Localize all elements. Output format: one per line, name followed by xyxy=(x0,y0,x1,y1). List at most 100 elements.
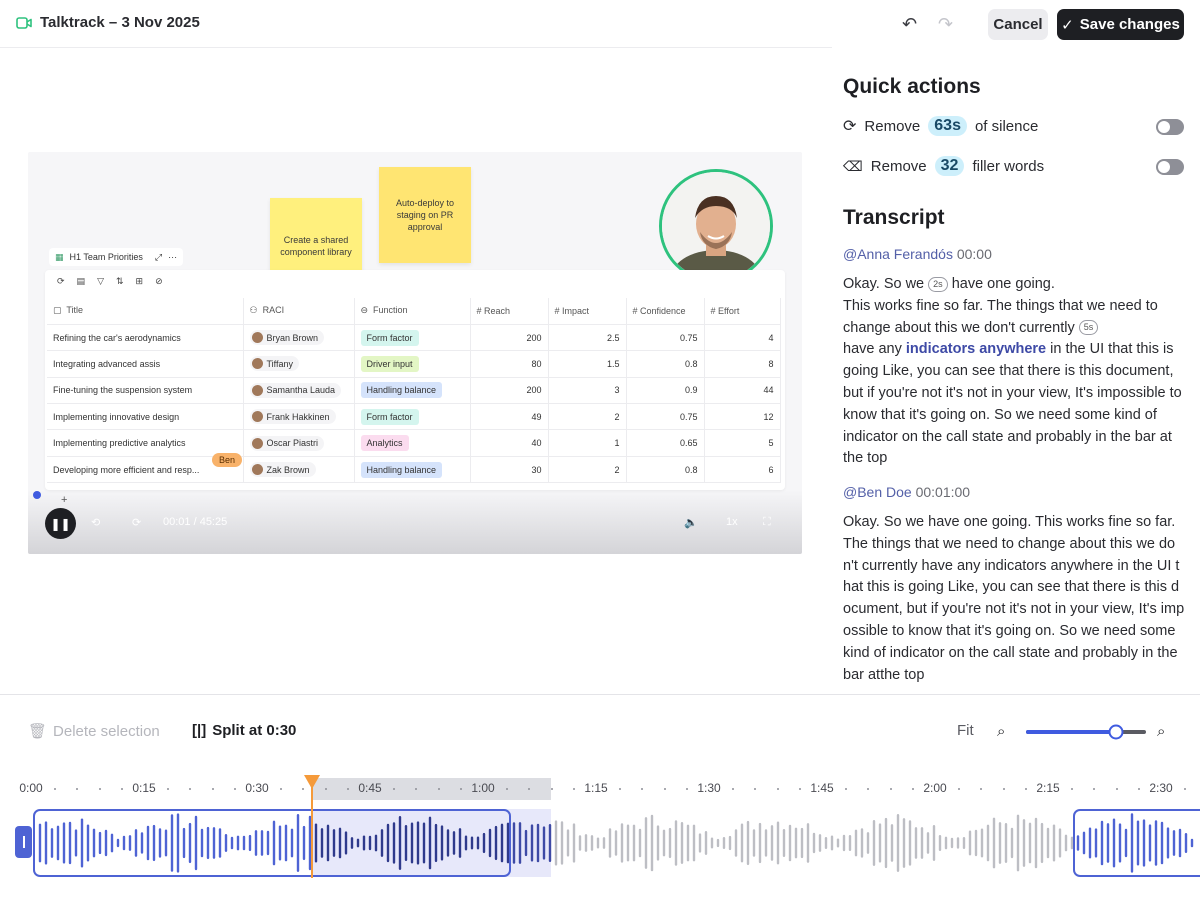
row-impact: 3 xyxy=(548,377,627,405)
time-tick xyxy=(392,788,395,790)
time-tick xyxy=(776,788,779,790)
zoom-slider[interactable] xyxy=(1024,722,1148,742)
save-changes-button[interactable]: ✓ Save changes xyxy=(1057,9,1184,40)
video-preview[interactable]: Create a shared component library Auto-d… xyxy=(28,152,802,554)
table-row: Implementing predictive analytics Oscar … xyxy=(47,429,781,457)
fit-button[interactable]: Fit xyxy=(957,722,974,739)
pause-chip[interactable]: 5s xyxy=(1078,320,1099,336)
refresh-silence-icon: ⟳ xyxy=(843,118,857,135)
row-confidence: 0.8 xyxy=(626,350,705,378)
row-impact: 2 xyxy=(548,456,627,484)
check-icon: ✓ xyxy=(1061,16,1074,34)
row-title: Refining the car's aerodynamics xyxy=(47,324,244,352)
filler-badge: 32 xyxy=(934,156,965,176)
time-tick xyxy=(1002,788,1005,790)
avatar xyxy=(251,358,263,370)
highlighted-phrase[interactable]: indicators anywhere xyxy=(906,341,1046,357)
row-function: Handling balance xyxy=(354,456,471,484)
time-tick xyxy=(415,788,418,790)
transcript-paragraph[interactable]: Okay. So we 2s have one going. This work… xyxy=(843,274,1185,470)
audio-clip[interactable] xyxy=(33,809,511,877)
time-tick xyxy=(76,788,79,790)
redo-icon[interactable]: ↷ xyxy=(938,14,953,35)
row-effort: 8 xyxy=(704,350,781,378)
row-raci: Samantha Lauda xyxy=(243,377,355,405)
avatar xyxy=(251,384,263,396)
volume-icon[interactable]: 🔈 xyxy=(684,516,698,529)
time-tick xyxy=(641,788,644,790)
playhead-marker[interactable] xyxy=(304,775,320,789)
delete-selection-button[interactable]: 🗑 Delete selection xyxy=(28,722,160,741)
time-tick-label: 0:30 xyxy=(245,781,269,795)
column-header: ⊖ Function xyxy=(354,298,471,325)
function-tag: Handling balance xyxy=(360,382,443,399)
function-tag: Driver input xyxy=(360,355,419,372)
page-title: Talktrack – 3 Nov 2025 xyxy=(40,14,200,31)
column-header: ▢ Title xyxy=(47,298,244,325)
remove-filler-toggle[interactable] xyxy=(1156,159,1184,175)
table-header-row: ▢ Title ⚇ RACI ⊖ Function # Reach # Impa… xyxy=(47,298,781,325)
transcript-paragraph[interactable]: Okay. So we have one going. This works f… xyxy=(843,512,1185,686)
table-row: Integrating advanced assis Tiffany Drive… xyxy=(47,350,781,378)
playhead[interactable] xyxy=(311,776,313,878)
time-tick-label: 1:00 xyxy=(471,781,495,795)
row-effort: 4 xyxy=(704,324,781,352)
collaborator-cursor: Ben xyxy=(212,453,243,467)
undo-icon[interactable]: ↶ xyxy=(902,14,917,35)
time-tick xyxy=(889,788,892,790)
split-button[interactable]: [|] Split at 0:30 xyxy=(192,722,296,739)
row-function: Form factor xyxy=(354,403,471,431)
audio-clip[interactable] xyxy=(1073,809,1200,877)
row-confidence: 0.75 xyxy=(626,324,705,352)
time-tick xyxy=(618,788,621,790)
row-reach: 49 xyxy=(470,403,549,431)
progress-knob[interactable] xyxy=(33,491,41,499)
time-tick-label: 2:00 xyxy=(923,781,947,795)
column-header: # Effort xyxy=(704,298,781,325)
forward-10-icon[interactable]: ⟳ xyxy=(132,516,141,529)
layout-icon: ▤ xyxy=(76,276,86,286)
refresh-icon: ⟳ xyxy=(57,276,65,286)
table-row: Fine-tuning the suspension system Samant… xyxy=(47,377,781,405)
table-row: Refining the car's aerodynamics Bryan Br… xyxy=(47,324,781,352)
row-impact: 2.5 xyxy=(548,324,627,352)
row-confidence: 0.65 xyxy=(626,429,705,457)
pause-button[interactable]: ❚❚ xyxy=(45,508,76,539)
silence-badge: 63s xyxy=(928,116,967,136)
transcript-speaker[interactable]: @Anna Ferandós 00:00 xyxy=(843,246,992,262)
pause-chip[interactable]: 2s xyxy=(928,276,948,292)
row-function: Form factor xyxy=(354,324,471,352)
time-tick xyxy=(1025,788,1028,790)
table-row: Developing more efficient and resp... Za… xyxy=(47,456,781,484)
time-tick xyxy=(980,788,983,790)
time-tick xyxy=(347,788,350,790)
table-title: ▦ H1 Team Priorities ⤢ ··· xyxy=(49,248,184,266)
time-tick-label: 0:00 xyxy=(19,781,43,795)
zoom-in-icon[interactable]: ⌕ xyxy=(1157,723,1165,740)
trash-icon: 🗑 xyxy=(28,723,48,740)
more-icon: ··· xyxy=(168,252,178,262)
row-reach: 40 xyxy=(470,429,549,457)
time-tick-label: 0:45 xyxy=(358,781,382,795)
transcript-heading: Transcript xyxy=(843,206,945,229)
time-tick-label: 2:30 xyxy=(1149,781,1173,795)
remove-filler-row: ⌫ Remove 32 filler words xyxy=(843,156,1045,176)
time-tick xyxy=(189,788,192,790)
time-tick-label: 2:15 xyxy=(1036,781,1060,795)
playback-speed[interactable]: 1x xyxy=(726,516,738,528)
remove-silence-toggle[interactable] xyxy=(1156,119,1184,135)
cancel-button[interactable]: Cancel xyxy=(988,9,1048,40)
clip-trim-handle[interactable] xyxy=(15,826,32,858)
time-tick xyxy=(234,788,237,790)
row-raci: Frank Hakkinen xyxy=(243,403,355,431)
row-reach: 200 xyxy=(470,377,549,405)
transcript-speaker[interactable]: @Ben Doe 00:01:00 xyxy=(843,484,970,500)
table-card: ⟳ ▤ ▽ ⇅ ⊞ ⊘ ▢ Title ⚇ RACI ⊖ Function # … xyxy=(45,270,785,490)
zoom-out-icon[interactable]: ⌕ xyxy=(997,723,1005,740)
filter-icon: ▽ xyxy=(97,276,104,286)
time-tick xyxy=(121,788,124,790)
row-reach: 200 xyxy=(470,324,549,352)
rewind-10-icon[interactable]: ⟲ xyxy=(91,516,100,529)
fullscreen-icon[interactable]: ⛶ xyxy=(763,516,771,529)
time-tick xyxy=(1115,788,1118,790)
